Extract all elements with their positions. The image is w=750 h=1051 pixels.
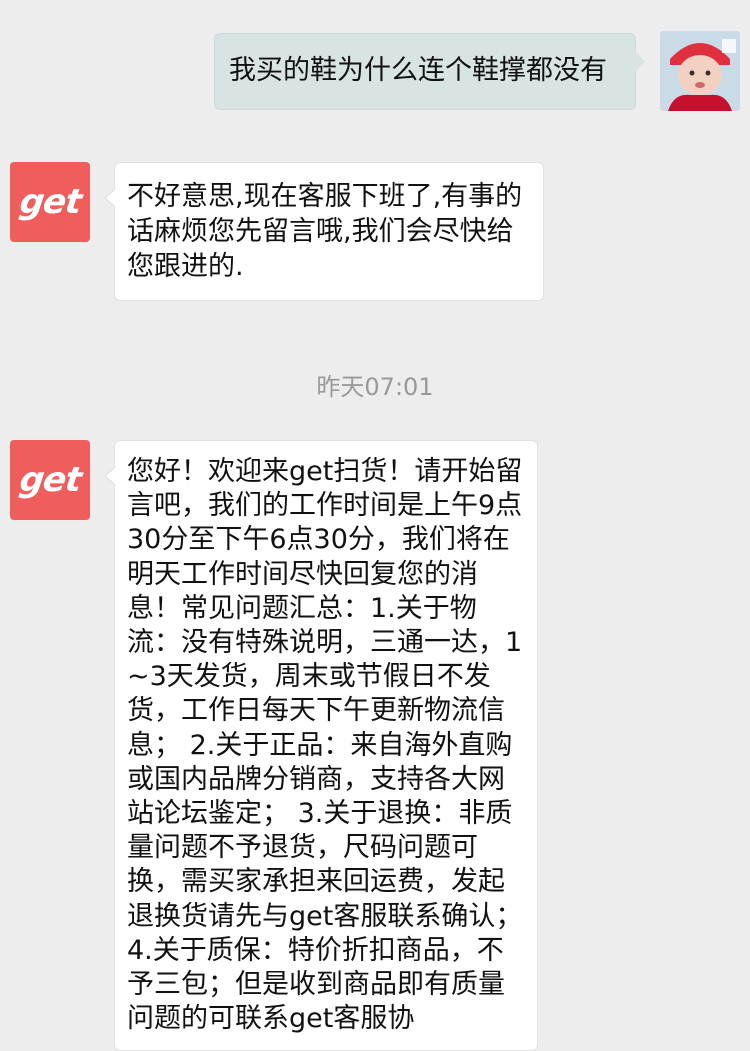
message-bubble-agent[interactable]: 不好意思,现在客服下班了,有事的话麻烦您先留言哦,我们会尽快给您跟进的. xyxy=(104,162,544,301)
message-text: 不好意思,现在客服下班了,有事的话麻烦您先留言哦,我们会尽快给您跟进的. xyxy=(127,181,523,282)
get-logo-icon[interactable]: get xyxy=(10,162,90,242)
message-row-agent: get 您好！欢迎来get扫货！请开始留言吧，我们的工作时间是上午9点30分至下… xyxy=(10,440,538,1051)
message-bubble-agent[interactable]: 您好！欢迎来get扫货！请开始留言吧，我们的工作时间是上午9点30分至下午6点3… xyxy=(104,440,538,1051)
user-avatar-photo xyxy=(660,31,740,111)
message-text: 您好！欢迎来get扫货！请开始留言吧，我们的工作时间是上午9点30分至下午6点3… xyxy=(127,456,523,1035)
message-text: 我买的鞋为什么连个鞋撑都没有 xyxy=(229,55,607,86)
get-logo-icon[interactable]: get xyxy=(10,440,90,520)
chat-screen: { "messages": [ { "sender": "user", "ava… xyxy=(0,0,750,1051)
user-avatar[interactable] xyxy=(660,31,740,111)
timestamp-divider: 昨天07:01 xyxy=(316,373,434,401)
message-row-user: 我买的鞋为什么连个鞋撑都没有 xyxy=(214,31,740,111)
message-row-agent: get 不好意思,现在客服下班了,有事的话麻烦您先留言哦,我们会尽快给您跟进的. xyxy=(10,162,544,301)
message-bubble-user[interactable]: 我买的鞋为什么连个鞋撑都没有 xyxy=(214,33,645,110)
